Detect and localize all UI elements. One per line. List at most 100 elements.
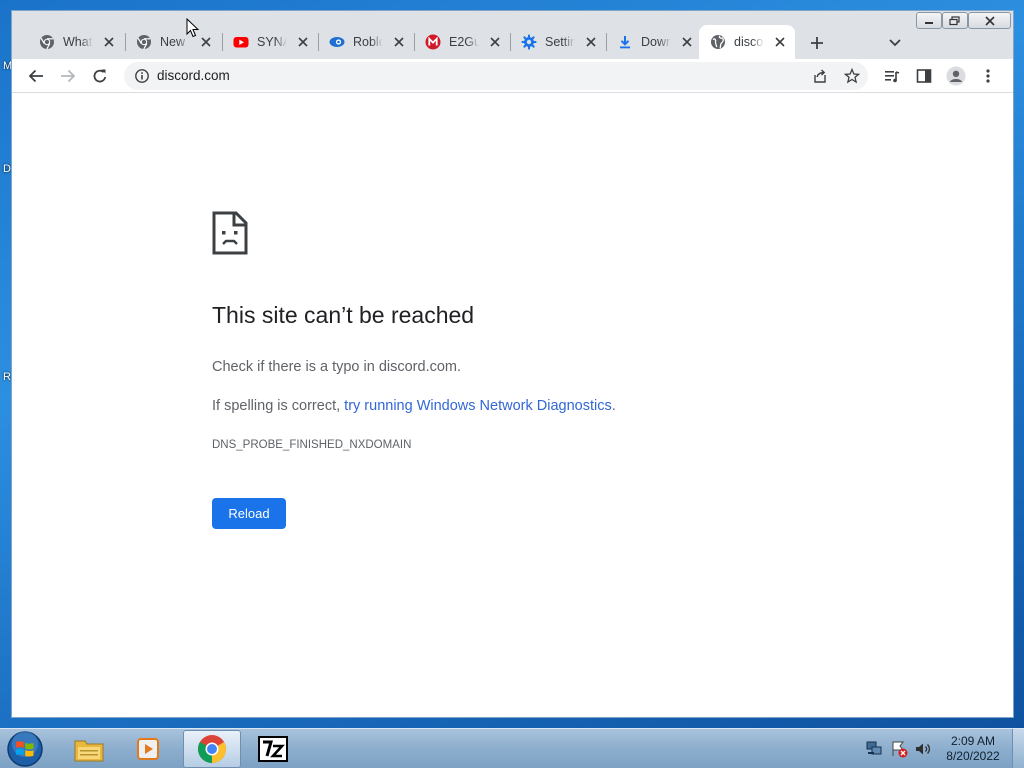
globe-icon bbox=[710, 34, 726, 50]
tab-separator bbox=[606, 33, 607, 51]
close-tab-icon[interactable] bbox=[101, 34, 117, 50]
desktop-icon-label: D bbox=[3, 163, 11, 175]
browser-tab[interactable]: SYNAPSE bbox=[222, 25, 318, 59]
volume-icon[interactable] bbox=[914, 740, 932, 758]
close-icon bbox=[984, 15, 995, 26]
gear-icon bbox=[521, 34, 537, 50]
close-window-button[interactable] bbox=[968, 12, 1011, 29]
new-tab-button[interactable] bbox=[807, 33, 827, 53]
side-panel-icon bbox=[916, 69, 932, 83]
side-panel-button[interactable] bbox=[914, 66, 934, 86]
browser-window: What's New New Tab SYNAPSE bbox=[11, 10, 1014, 718]
start-button[interactable] bbox=[6, 730, 44, 768]
system-tray bbox=[862, 737, 942, 761]
error-diagnostics-suffix: . bbox=[611, 398, 616, 414]
close-tab-icon[interactable] bbox=[295, 34, 311, 50]
browser-tab[interactable]: E2Guardian bbox=[414, 25, 510, 59]
error-suggestion: Check if there is a typo in discord.com. bbox=[212, 359, 462, 375]
tab-separator bbox=[222, 33, 223, 51]
chrome-icon bbox=[198, 735, 226, 763]
action-center-alert-icon[interactable] bbox=[890, 740, 908, 758]
download-icon bbox=[617, 34, 633, 50]
close-tab-icon[interactable] bbox=[772, 34, 788, 50]
minimize-icon bbox=[925, 21, 933, 24]
e2guardian-icon bbox=[425, 34, 441, 50]
chrome-icon bbox=[39, 34, 55, 50]
bookmark-star-icon[interactable] bbox=[843, 67, 861, 84]
forward-button[interactable] bbox=[58, 66, 78, 86]
tab-title: E2Guardian bbox=[449, 35, 479, 49]
tab-separator bbox=[510, 33, 511, 51]
mouse-cursor-icon bbox=[186, 18, 200, 38]
tab-separator bbox=[125, 33, 126, 51]
error-diagnostics-line: If spelling is correct, try running Wind… bbox=[212, 398, 616, 414]
address-url[interactable]: discord.com bbox=[157, 68, 230, 84]
plus-icon bbox=[811, 37, 823, 49]
avatar-icon bbox=[946, 66, 966, 86]
error-title: This site can’t be reached bbox=[212, 302, 475, 328]
reload-button[interactable]: Reload bbox=[212, 498, 286, 529]
browser-toolbar: discord.com bbox=[12, 59, 1013, 93]
clock-time: 2:09 AM bbox=[950, 734, 996, 748]
browser-tab[interactable]: New Tab bbox=[125, 25, 221, 59]
kebab-menu-icon bbox=[986, 69, 990, 83]
taskbar-app-explorer[interactable] bbox=[60, 730, 118, 768]
tab-strip: What's New New Tab SYNAPSE bbox=[12, 11, 1013, 59]
share-icon[interactable] bbox=[812, 68, 828, 84]
error-code: DNS_PROBE_FINISHED_NXDOMAIN bbox=[212, 439, 412, 451]
network-icon[interactable] bbox=[865, 740, 883, 758]
reload-page-button[interactable] bbox=[90, 66, 110, 86]
7zip-icon bbox=[258, 736, 288, 762]
chrome-icon bbox=[136, 34, 152, 50]
restore-icon bbox=[949, 15, 960, 25]
minimize-button[interactable] bbox=[916, 12, 942, 29]
system-clock[interactable]: 2:09 AM 8/20/2022 bbox=[944, 734, 1002, 764]
media-player-icon bbox=[137, 738, 159, 760]
roblox-icon bbox=[329, 34, 345, 50]
tab-title: Settings bbox=[545, 35, 575, 49]
show-desktop-button[interactable] bbox=[1012, 729, 1024, 768]
arrow-right-icon bbox=[61, 69, 76, 83]
arrow-left-icon bbox=[28, 69, 43, 83]
taskbar-app-7zip[interactable] bbox=[244, 730, 302, 768]
profile-button[interactable] bbox=[946, 66, 966, 86]
media-list-icon bbox=[885, 71, 900, 83]
close-tab-icon[interactable] bbox=[391, 34, 407, 50]
taskbar-app-chrome[interactable] bbox=[183, 730, 241, 768]
error-diagnostics-prefix: If spelling is correct, bbox=[212, 398, 345, 414]
browser-tab[interactable]: Roblox bbox=[318, 25, 414, 59]
page-content: This site can’t be reached Check if ther… bbox=[12, 94, 1013, 717]
close-tab-icon[interactable] bbox=[198, 34, 214, 50]
tab-separator bbox=[414, 33, 415, 51]
youtube-icon bbox=[233, 34, 249, 50]
refresh-icon bbox=[93, 69, 107, 83]
tab-title: Downloads bbox=[641, 35, 671, 49]
close-tab-icon[interactable] bbox=[679, 34, 695, 50]
tab-title: SYNAPSE bbox=[257, 35, 287, 49]
taskbar: 2:09 AM 8/20/2022 bbox=[0, 728, 1024, 768]
tab-search-button[interactable] bbox=[885, 33, 905, 53]
restore-button[interactable] bbox=[942, 12, 968, 29]
clock-date: 8/20/2022 bbox=[946, 749, 1000, 763]
tab-title: What's New bbox=[63, 35, 93, 49]
info-icon[interactable] bbox=[134, 68, 150, 84]
close-tab-icon[interactable] bbox=[487, 34, 503, 50]
back-button[interactable] bbox=[26, 66, 46, 86]
close-tab-icon[interactable] bbox=[583, 34, 599, 50]
browser-tab-active[interactable]: discord.com bbox=[699, 25, 795, 59]
network-diagnostics-link[interactable]: try running Windows Network Diagnostics bbox=[344, 398, 612, 414]
tab-separator bbox=[318, 33, 319, 51]
browser-tab[interactable]: Settings bbox=[510, 25, 606, 59]
browser-tab[interactable]: Downloads bbox=[606, 25, 702, 59]
reading-list-button[interactable] bbox=[882, 66, 902, 86]
browser-tab[interactable]: What's New bbox=[28, 25, 124, 59]
menu-button[interactable] bbox=[978, 66, 998, 86]
address-bar[interactable]: discord.com bbox=[124, 62, 868, 90]
chevron-down-icon bbox=[889, 39, 901, 47]
sad-page-icon bbox=[212, 211, 248, 255]
tab-title: Roblox bbox=[353, 35, 383, 49]
desktop-icon-label: R bbox=[3, 371, 11, 383]
taskbar-app-media-player[interactable] bbox=[120, 730, 178, 768]
tab-title: discord.com bbox=[734, 35, 764, 49]
folder-icon bbox=[74, 740, 104, 762]
